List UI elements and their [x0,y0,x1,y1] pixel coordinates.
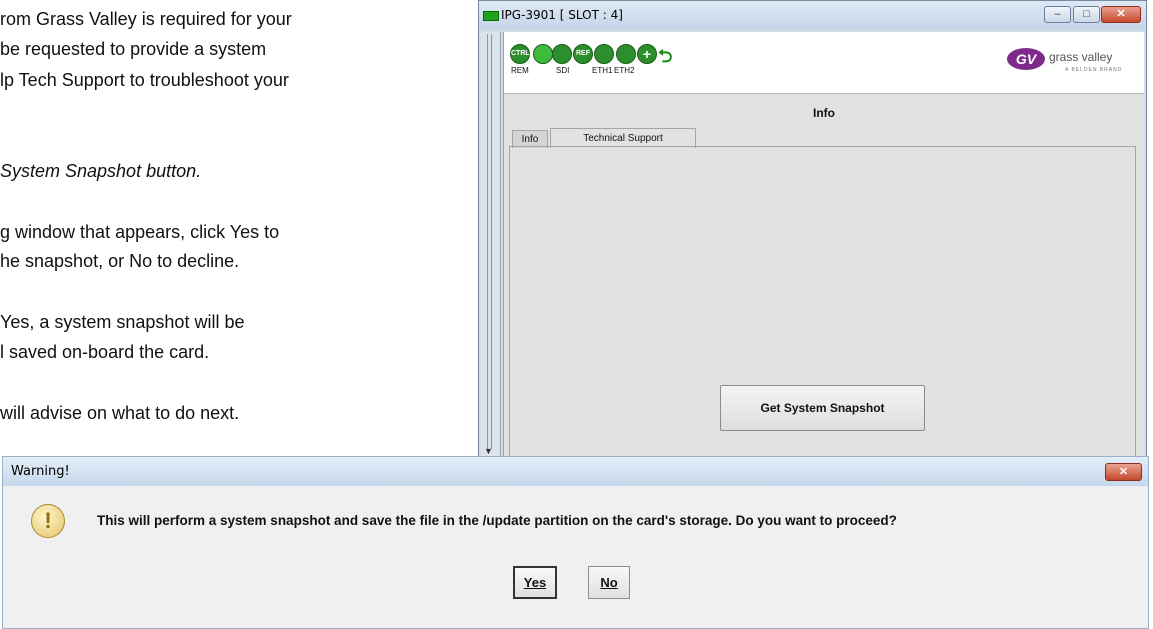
status-led-icon[interactable] [533,44,553,64]
refresh-arrows-icon[interactable]: ⮌ [658,44,672,74]
technical-support-panel: Get System Snapshot [509,146,1136,457]
add-led-icon[interactable]: + [637,44,657,64]
rail-divider [487,34,488,449]
doc-line: l saved on-board the card. [0,342,210,362]
dialog-close-button[interactable]: ✕ [1105,463,1142,481]
doc-line: he snapshot, or No to decline. [0,251,240,271]
warning-exclamation-icon: ! [31,504,65,538]
ref-led-icon[interactable]: REF [573,44,593,64]
eth2-led-icon[interactable] [616,44,636,64]
no-button[interactable]: No [588,566,630,599]
grass-valley-logo: GV grass valley A BELDEN BRAND [1007,44,1127,78]
doc-line: rom Grass Valley is required for your [0,9,292,29]
scroll-down-arrow-icon[interactable]: ▼ [484,446,493,456]
maximize-icon: □ [1083,8,1090,20]
yes-button[interactable]: Yes [513,566,557,599]
window-title: IPG-3901 [ SLOT : 4] [501,8,623,22]
maximize-button[interactable]: □ [1073,6,1100,23]
led-label: SDI [556,66,570,75]
ipg-window: IPG-3901 [ SLOT : 4] – □ ✕ ▼ CTRL REM SD… [478,0,1147,458]
card-panel: CTRL REM SDI REF ETH1 ETH2 + ⮌ GV grass … [503,32,1144,457]
logo-text: grass valley [1049,50,1113,64]
gv-logo-mark-icon: GV [1007,48,1045,70]
sdi-led-icon[interactable] [552,44,572,64]
tab-technical-support[interactable]: Technical Support [550,128,696,148]
dialog-title: Warning! [11,464,70,479]
minimize-icon: – [1054,8,1061,20]
close-button[interactable]: ✕ [1101,6,1141,23]
ctrl-led-icon[interactable]: CTRL [510,44,530,64]
window-titlebar[interactable]: IPG-3901 [ SLOT : 4] – □ ✕ [479,1,1146,30]
get-system-snapshot-button[interactable]: Get System Snapshot [720,385,925,431]
rail-divider [491,34,492,449]
led-label: ETH2 [614,66,635,75]
doc-line: Yes, a system snapshot will be [0,312,245,332]
doc-line: g window that appears, click Yes to [0,222,280,242]
led-label: ETH1 [592,66,613,75]
eth1-led-icon[interactable] [594,44,614,64]
minimize-button[interactable]: – [1044,6,1071,23]
dialog-titlebar[interactable]: Warning! ✕ [3,457,1148,486]
logo-subtext: A BELDEN BRAND [1065,67,1123,73]
left-scroll-rail[interactable]: ▼ [481,32,501,457]
doc-line: lp Tech Support to troubleshoot your [0,70,289,90]
warning-dialog: Warning! ✕ ! This will perform a system … [2,456,1149,629]
doc-line: be requested to provide a system [0,39,267,59]
close-icon: ✕ [1116,8,1126,20]
dialog-message: This will perform a system snapshot and … [97,513,897,528]
app-icon [483,11,499,21]
led-label: REM [511,66,529,75]
status-bar: CTRL REM SDI REF ETH1 ETH2 + ⮌ GV grass … [504,32,1144,94]
doc-line: will advise on what to do next. [0,403,240,423]
doc-line: System Snapshot button. [0,161,202,181]
panel-title: Info [813,106,835,120]
